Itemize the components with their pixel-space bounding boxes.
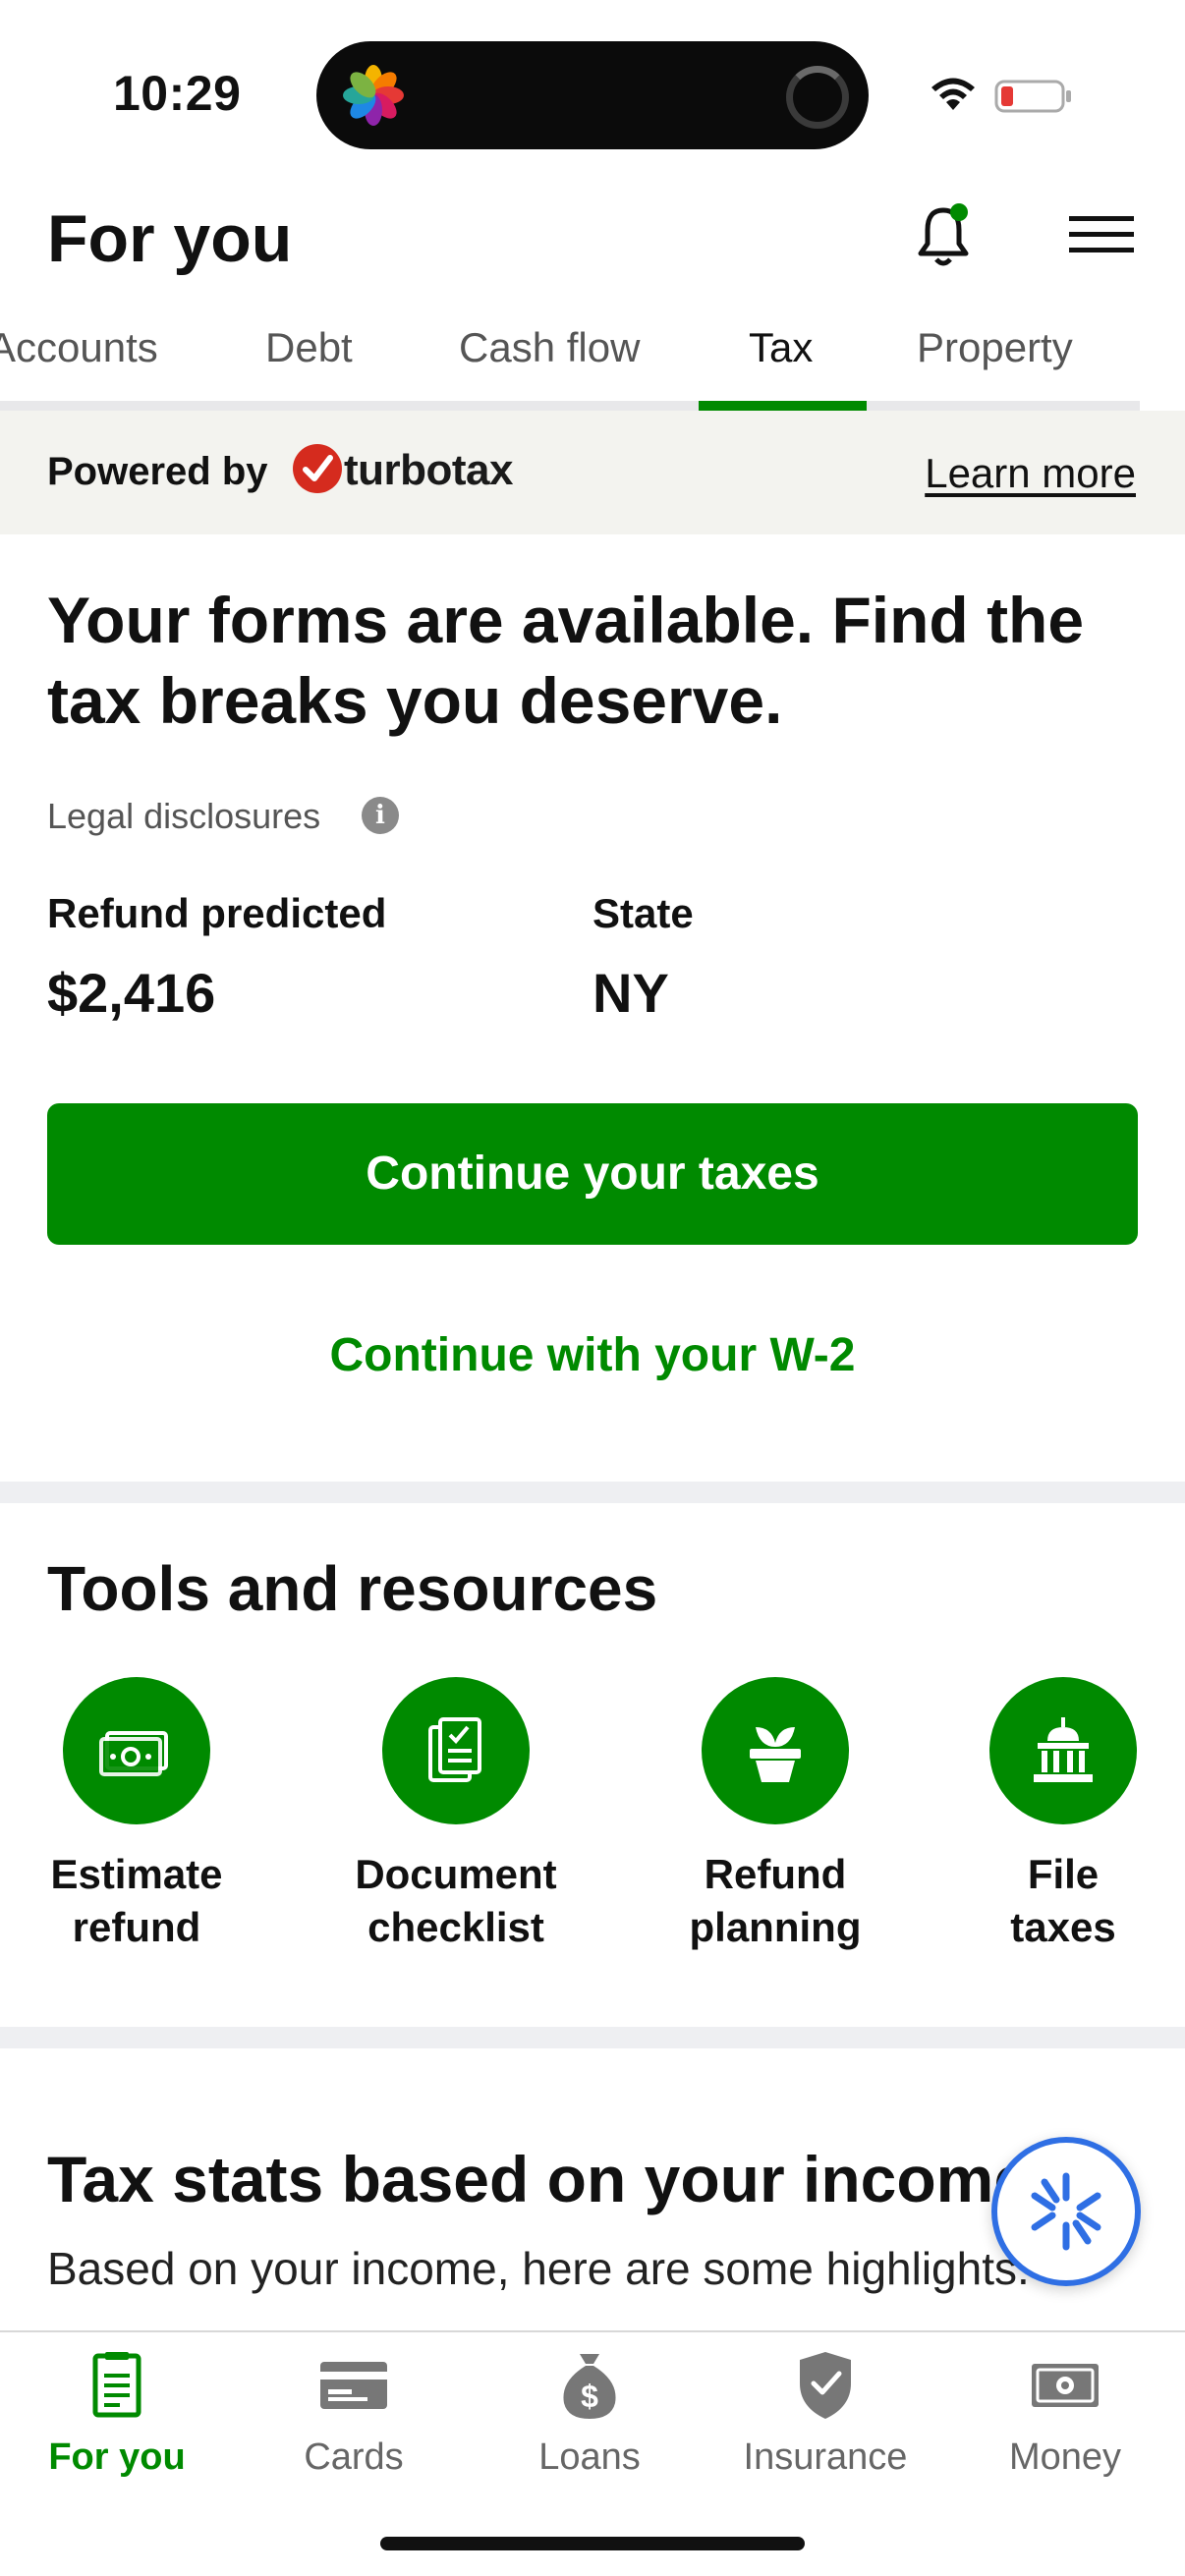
refund-label: Refund predicted (47, 890, 387, 936)
tool-label-line2: planning (689, 1904, 862, 1950)
wifi-icon (931, 78, 975, 110)
continue-taxes-button[interactable]: Continue your taxes (47, 1103, 1138, 1245)
legal-disclosures-link[interactable]: Legal disclosures (47, 796, 320, 837)
nav-label: Loans (538, 2436, 641, 2478)
tool-file-taxes[interactable]: File taxes (926, 1677, 1185, 1954)
nav-for-you[interactable]: For you (0, 2346, 235, 2479)
section-divider (0, 2027, 1185, 2048)
photos-app-icon (343, 65, 404, 126)
status-time: 10:29 (113, 66, 242, 121)
section-divider (0, 1482, 1185, 1503)
document-check-icon (428, 1717, 481, 1782)
tool-icon-circle (382, 1677, 530, 1824)
nav-insurance[interactable]: Insurance (707, 2346, 943, 2479)
money-icon (99, 1731, 168, 1776)
state-value: NY (592, 962, 669, 1024)
learn-more-link[interactable]: Learn more (925, 450, 1136, 497)
tool-label: Estimate refund (0, 1848, 274, 1954)
nav-label: Insurance (743, 2436, 908, 2478)
svg-text:$: $ (581, 2379, 598, 2414)
tool-label: Document checklist (318, 1848, 593, 1954)
category-tabs: Accounts Debt Cash flow Tax Property (0, 305, 1185, 411)
nav-label: For you (48, 2436, 186, 2478)
info-icon[interactable]: i (362, 797, 399, 834)
plant-pot-icon (750, 1727, 801, 1782)
activity-spinner-icon (786, 66, 849, 129)
continue-w2-link[interactable]: Continue with your W-2 (47, 1328, 1138, 1382)
tab-property[interactable]: Property (917, 324, 1073, 371)
shield-check-icon (800, 2352, 851, 2419)
cash-icon (1032, 2364, 1099, 2407)
turbotax-check-logo-icon (293, 444, 342, 493)
tool-label: File taxes (926, 1848, 1185, 1954)
nav-money[interactable]: Money (947, 2346, 1183, 2479)
tool-label-line1: Document (355, 1851, 557, 1897)
status-bar: 10:29 (0, 0, 1185, 187)
turbotax-brand: turbotax (344, 446, 514, 494)
home-indicator[interactable] (380, 2537, 805, 2550)
tool-icon-circle (702, 1677, 849, 1824)
tab-bar-edge (1140, 401, 1185, 411)
money-bag-icon: $ (563, 2354, 616, 2419)
battery-low-icon (994, 80, 1071, 113)
nav-label: Money (1008, 2436, 1122, 2478)
state-label: State (592, 890, 694, 936)
nav-cards[interactable]: Cards (236, 2346, 472, 2479)
nav-label: Cards (304, 2436, 404, 2478)
tool-estimate-refund[interactable]: Estimate refund (0, 1677, 274, 1954)
refund-value: $2,416 (47, 962, 216, 1024)
tools-section-title: Tools and resources (47, 1553, 658, 1624)
tab-accounts[interactable]: Accounts (0, 324, 158, 371)
tool-label-line1: File (1027, 1851, 1100, 1897)
turbotax-banner: Powered by turbotax Learn more (0, 411, 1185, 534)
tax-stats-subtitle: Based on your income, here are some high… (47, 2243, 1030, 2294)
tool-label-line2: checklist (367, 1904, 544, 1950)
assistant-fab-button[interactable] (991, 2137, 1141, 2286)
tax-headline: Your forms are available. Find the tax b… (47, 584, 1085, 737)
government-building-icon (1034, 1717, 1093, 1782)
intuit-assist-icon (1031, 2172, 1101, 2251)
nav-loans[interactable]: $ Loans (472, 2346, 707, 2479)
tool-label-line1: Estimate (50, 1851, 223, 1897)
powered-by-label: Powered by (47, 450, 268, 493)
card-icon (320, 2362, 387, 2409)
tab-tax[interactable]: Tax (749, 324, 813, 371)
tool-label: Refund planning (638, 1848, 913, 1954)
tool-icon-circle (63, 1677, 210, 1824)
dynamic-island (316, 41, 869, 149)
tab-cash-flow[interactable]: Cash flow (459, 324, 640, 371)
notification-bell-icon[interactable] (914, 200, 973, 269)
tab-debt[interactable]: Debt (265, 324, 353, 371)
tool-icon-circle (989, 1677, 1137, 1824)
tool-label-line2: taxes (1010, 1904, 1116, 1950)
page-title: For you (47, 201, 293, 276)
document-icon (92, 2352, 141, 2418)
tool-label-line2: refund (72, 1904, 201, 1950)
tool-label-line1: Refund (704, 1851, 847, 1897)
active-tab-indicator (699, 401, 867, 411)
app-header: For you (0, 187, 1185, 305)
tool-document-checklist[interactable]: Document checklist (318, 1677, 593, 1954)
tool-refund-planning[interactable]: Refund planning (638, 1677, 913, 1954)
hamburger-menu-icon[interactable] (1067, 210, 1136, 259)
